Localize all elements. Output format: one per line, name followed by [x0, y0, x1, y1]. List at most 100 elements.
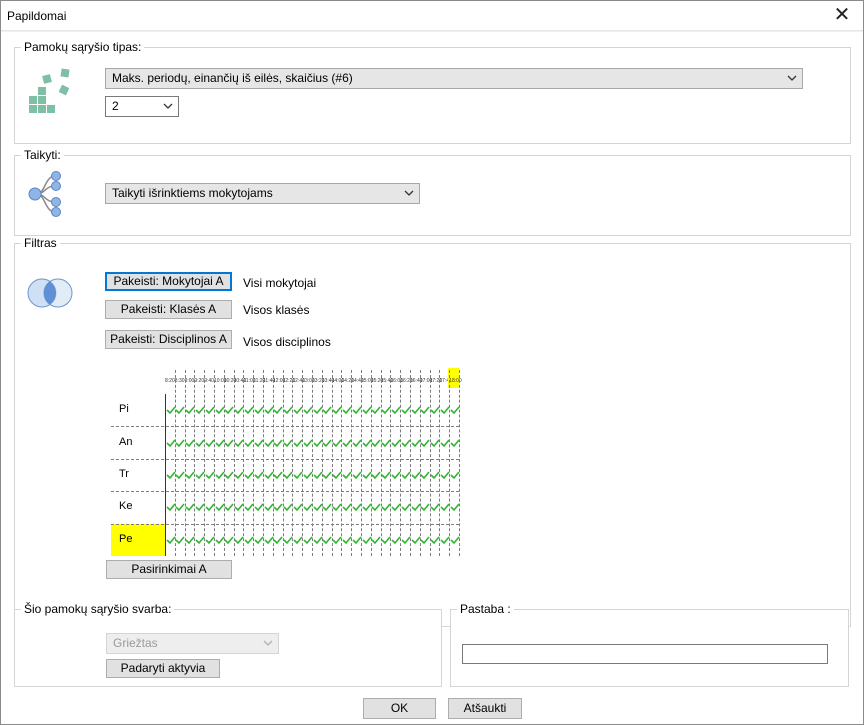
- cancel-button[interactable]: Atšaukti: [448, 698, 522, 719]
- make-active-button[interactable]: Padaryti aktyvia: [106, 659, 220, 678]
- check-icon[interactable]: [205, 405, 215, 415]
- count-select[interactable]: 2: [105, 96, 179, 117]
- check-icon[interactable]: [293, 535, 303, 545]
- check-icon[interactable]: [303, 438, 313, 448]
- check-icon[interactable]: [361, 438, 372, 448]
- check-icon[interactable]: [352, 438, 362, 448]
- check-icon[interactable]: [283, 470, 293, 480]
- check-icon[interactable]: [263, 438, 274, 448]
- check-icon[interactable]: [234, 438, 244, 448]
- check-icon[interactable]: [165, 502, 176, 512]
- check-icon[interactable]: [244, 405, 254, 415]
- ok-button[interactable]: OK: [363, 698, 436, 719]
- check-icon[interactable]: [420, 535, 430, 545]
- check-icon[interactable]: [263, 405, 274, 415]
- check-icon[interactable]: [401, 470, 411, 480]
- check-icon[interactable]: [420, 502, 430, 512]
- check-icon[interactable]: [401, 405, 411, 415]
- check-icon[interactable]: [224, 535, 234, 545]
- check-icon[interactable]: [244, 535, 254, 545]
- check-icon[interactable]: [283, 535, 293, 545]
- check-icon[interactable]: [273, 535, 283, 545]
- check-icon[interactable]: [312, 535, 323, 545]
- selections-button[interactable]: Pasirinkimai A: [106, 560, 232, 579]
- check-icon[interactable]: [342, 470, 352, 480]
- check-icon[interactable]: [440, 438, 450, 448]
- check-icon[interactable]: [352, 502, 362, 512]
- check-icon[interactable]: [381, 502, 391, 512]
- check-icon[interactable]: [352, 405, 362, 415]
- check-icon[interactable]: [195, 438, 205, 448]
- check-icon[interactable]: [293, 438, 303, 448]
- check-icon[interactable]: [391, 438, 401, 448]
- check-icon[interactable]: [254, 535, 264, 545]
- time-grid[interactable]: 8:20 8:30 9:00 9:20 9:40 10:00 10:20 10:40 11:00…: [109, 368, 462, 556]
- check-icon[interactable]: [234, 405, 244, 415]
- check-icon[interactable]: [175, 502, 185, 512]
- check-icon[interactable]: [361, 535, 372, 545]
- check-icon[interactable]: [185, 535, 195, 545]
- check-icon[interactable]: [381, 405, 391, 415]
- check-icon[interactable]: [430, 535, 440, 545]
- check-icon[interactable]: [312, 502, 323, 512]
- check-icon[interactable]: [195, 405, 205, 415]
- check-icon[interactable]: [263, 470, 274, 480]
- check-icon[interactable]: [381, 438, 391, 448]
- check-icon[interactable]: [175, 405, 185, 415]
- check-icon[interactable]: [391, 535, 401, 545]
- check-icon[interactable]: [185, 438, 195, 448]
- check-icon[interactable]: [371, 470, 381, 480]
- check-icon[interactable]: [244, 470, 254, 480]
- importance-select[interactable]: Griežtas: [106, 633, 279, 654]
- check-icon[interactable]: [342, 535, 352, 545]
- check-icon[interactable]: [361, 502, 372, 512]
- check-icon[interactable]: [430, 438, 440, 448]
- check-icon[interactable]: [214, 535, 225, 545]
- check-icon[interactable]: [283, 438, 293, 448]
- check-icon[interactable]: [420, 438, 430, 448]
- check-icon[interactable]: [401, 535, 411, 545]
- check-icon[interactable]: [185, 405, 195, 415]
- relation-type-select[interactable]: Maks. periodų, einančių iš eilės, skaiči…: [105, 68, 803, 89]
- check-icon[interactable]: [234, 502, 244, 512]
- check-icon[interactable]: [420, 470, 430, 480]
- check-icon[interactable]: [450, 502, 460, 512]
- check-icon[interactable]: [312, 405, 323, 415]
- check-icon[interactable]: [410, 470, 421, 480]
- check-icon[interactable]: [244, 502, 254, 512]
- check-icon[interactable]: [254, 502, 264, 512]
- check-icon[interactable]: [361, 470, 372, 480]
- check-icon[interactable]: [342, 438, 352, 448]
- check-icon[interactable]: [430, 502, 440, 512]
- check-icon[interactable]: [450, 438, 460, 448]
- check-icon[interactable]: [332, 502, 342, 512]
- check-icon[interactable]: [401, 502, 411, 512]
- check-icon[interactable]: [214, 470, 225, 480]
- check-icon[interactable]: [303, 535, 313, 545]
- check-icon[interactable]: [273, 438, 283, 448]
- check-icon[interactable]: [440, 535, 450, 545]
- check-icon[interactable]: [273, 405, 283, 415]
- check-icon[interactable]: [332, 405, 342, 415]
- check-icon[interactable]: [175, 438, 185, 448]
- close-icon[interactable]: ✕: [829, 3, 855, 29]
- check-icon[interactable]: [332, 535, 342, 545]
- check-icon[interactable]: [371, 502, 381, 512]
- check-icon[interactable]: [371, 438, 381, 448]
- check-icon[interactable]: [195, 535, 205, 545]
- check-icon[interactable]: [430, 405, 440, 415]
- check-icon[interactable]: [254, 405, 264, 415]
- check-icon[interactable]: [312, 438, 323, 448]
- check-icon[interactable]: [254, 470, 264, 480]
- check-icon[interactable]: [332, 438, 342, 448]
- check-icon[interactable]: [165, 438, 176, 448]
- check-icon[interactable]: [283, 502, 293, 512]
- check-icon[interactable]: [244, 438, 254, 448]
- check-icon[interactable]: [214, 438, 225, 448]
- check-icon[interactable]: [371, 535, 381, 545]
- check-icon[interactable]: [195, 470, 205, 480]
- check-icon[interactable]: [293, 470, 303, 480]
- check-icon[interactable]: [450, 470, 460, 480]
- check-icon[interactable]: [303, 502, 313, 512]
- check-icon[interactable]: [224, 405, 234, 415]
